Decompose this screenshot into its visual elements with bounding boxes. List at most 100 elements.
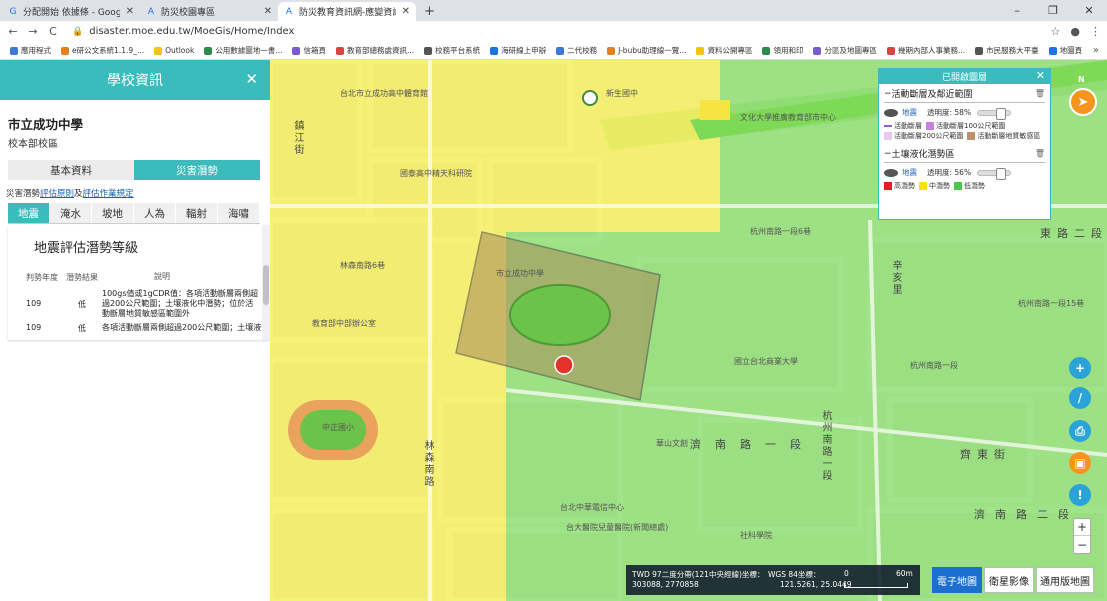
legend: 高潛勢 中潛勢 低潛勢 bbox=[884, 181, 1045, 191]
map-label-huaren: 國泰高中精天科研院 bbox=[400, 169, 472, 178]
bookmark-item[interactable]: 教育部總務處資訊... bbox=[335, 45, 414, 56]
bookmark-icon bbox=[1048, 46, 1057, 55]
bookmark-item[interactable]: 公用數據圖地一書... bbox=[204, 45, 282, 56]
info-icon[interactable]: ! bbox=[1069, 484, 1091, 506]
tab-disaster-potential[interactable]: 災害潛勢 bbox=[134, 160, 260, 180]
close-icon[interactable]: ✕ bbox=[1036, 69, 1045, 82]
bookmark-icon bbox=[424, 46, 433, 55]
bookmark-item[interactable]: 海研線上申辦 bbox=[490, 45, 546, 56]
tab-close-icon[interactable]: ✕ bbox=[264, 6, 272, 17]
star-icon[interactable]: ☆ bbox=[1051, 25, 1061, 38]
map-label-jiaoyubu: 教育部中部辦公室 bbox=[312, 319, 376, 328]
bookmarks-bar: 應用程式 e研公文系統1.1.9_... Outlook 公用數據圖地一書... 信箱頁… bbox=[0, 42, 1107, 60]
browser-tab-bar: G 分配開始 依據條 - Google 搜尋 ✕ A 防災校園專區 ✕ A 防災… bbox=[0, 0, 1107, 21]
url-field[interactable]: disaster.moe.edu.tw/MoeGis/Home/Index bbox=[89, 26, 294, 37]
scale-bar bbox=[844, 583, 908, 588]
bookmark-item[interactable]: 資料公開專區 bbox=[696, 45, 752, 56]
more-bookmarks-icon[interactable]: » bbox=[1093, 45, 1099, 56]
earthquake-box: 地震評估潛勢等級 判勢年度 潛勢結果 說明 109 低 100gs值或1gCDR… bbox=[8, 225, 270, 340]
basemap-satellite-button[interactable]: 衛星影像 bbox=[984, 567, 1034, 593]
close-window-icon[interactable]: ✕ bbox=[1071, 0, 1107, 21]
bookmark-item[interactable]: 市民服務大平臺 bbox=[975, 45, 1039, 56]
bookmark-label: 市民服務大平臺 bbox=[986, 46, 1039, 55]
bookmark-label: 地圖頁 bbox=[1059, 46, 1083, 55]
minus-icon[interactable]: − bbox=[884, 89, 892, 99]
scale-start: 0 bbox=[844, 569, 849, 578]
zoom-in-button[interactable]: + bbox=[1074, 519, 1090, 536]
forward-icon[interactable]: → bbox=[26, 25, 40, 38]
print-icon[interactable]: ⎙ bbox=[1069, 420, 1091, 442]
minus-icon[interactable]: − bbox=[884, 149, 892, 159]
map-label-hangzhou-v: 杭州南路一段 bbox=[820, 410, 831, 482]
opacity-slider[interactable] bbox=[977, 167, 1012, 180]
bookmark-item[interactable]: 幾期內部人事業務... bbox=[886, 45, 965, 56]
plus-circle-icon[interactable]: + bbox=[1069, 357, 1091, 379]
minimize-icon[interactable]: – bbox=[999, 0, 1035, 21]
bookmark-label: 分區及地圖專區 bbox=[824, 46, 877, 55]
map-label-xinyi: 辛亥里 bbox=[890, 260, 901, 296]
lock-icon[interactable]: 🔒 bbox=[72, 27, 83, 37]
legend-item: 活動斷層 bbox=[884, 121, 922, 131]
map-label-shezi: 社科學院 bbox=[740, 531, 772, 540]
panel-header: 學校資訊 ✕ bbox=[0, 60, 270, 100]
eye-icon[interactable] bbox=[884, 108, 898, 117]
map-area[interactable]: 新生國中 台北市立成功高中體育館 文化大學推廣教育部市中心 國泰高中精天科研院 … bbox=[270, 60, 1107, 601]
measure-icon[interactable]: / bbox=[1069, 387, 1091, 409]
compass-icon[interactable]: ➤ bbox=[1069, 88, 1097, 116]
profile-icon[interactable]: ● bbox=[1070, 25, 1080, 38]
swatch bbox=[884, 182, 892, 190]
window-controls: – ❐ ✕ bbox=[999, 0, 1107, 21]
maximize-icon[interactable]: ❐ bbox=[1035, 0, 1071, 21]
criteria-link-rules[interactable]: 評估作業規定 bbox=[83, 189, 134, 199]
bookmark-item[interactable]: 地圖頁 bbox=[1048, 45, 1083, 56]
browser-tab-google[interactable]: G 分配開始 依據條 - Google 搜尋 ✕ bbox=[2, 2, 140, 21]
bookmark-icon bbox=[762, 46, 771, 55]
tab-earthquake[interactable]: 地震 bbox=[8, 203, 50, 223]
zoom-out-button[interactable]: − bbox=[1074, 536, 1090, 553]
opacity-slider[interactable] bbox=[977, 107, 1012, 120]
bookmark-icon bbox=[292, 46, 301, 55]
map-label-road-east: 東路二段 bbox=[1040, 227, 1107, 240]
tab-close-icon[interactable]: ✕ bbox=[126, 6, 134, 17]
bookmark-item[interactable]: Outlook bbox=[154, 46, 194, 55]
close-icon[interactable]: ✕ bbox=[245, 70, 258, 88]
browser-tab-gis[interactable]: A 防災教育資訊網-應變資訊系統 ✕ bbox=[278, 2, 416, 21]
panel-title: 學校資訊 bbox=[107, 73, 163, 89]
basemap-general-button[interactable]: 通用版地圖 bbox=[1036, 567, 1094, 593]
trash-icon[interactable]: 🗑 bbox=[1035, 89, 1045, 98]
bookmark-item[interactable]: 領用和印 bbox=[762, 45, 803, 56]
layer-title: − 活動斷層及鄰近範圍 🗑 bbox=[884, 87, 1045, 103]
row-year: 109 bbox=[26, 299, 42, 308]
new-tab-icon[interactable]: + bbox=[424, 2, 435, 21]
tab-flood[interactable]: 淹水 bbox=[50, 203, 92, 223]
scroll-thumb[interactable] bbox=[263, 265, 269, 305]
swatch bbox=[884, 132, 892, 140]
bookmark-item[interactable]: e研公文系統1.1.9_... bbox=[61, 45, 144, 56]
bookmark-item[interactable]: 校務平台系統 bbox=[424, 45, 480, 56]
back-icon[interactable]: ← bbox=[6, 25, 20, 38]
eye-icon[interactable] bbox=[884, 168, 898, 177]
bookmark-item[interactable]: J-bubu助理線一覽... bbox=[607, 45, 686, 56]
basemap-electronic-button[interactable]: 電子地圖 bbox=[932, 567, 982, 593]
bookmark-item[interactable]: 二代校務 bbox=[556, 45, 597, 56]
reload-icon[interactable]: C bbox=[46, 25, 60, 38]
tab-radiation[interactable]: 輻射 bbox=[176, 203, 218, 223]
tab-slope[interactable]: 坡地 bbox=[92, 203, 134, 223]
tab-basic-info[interactable]: 基本資料 bbox=[8, 160, 134, 180]
browser-tab-campus[interactable]: A 防災校園專區 ✕ bbox=[140, 2, 278, 21]
menu-icon[interactable]: ⋮ bbox=[1090, 25, 1101, 38]
bookmark-item[interactable]: 應用程式 bbox=[10, 45, 51, 56]
tab-human[interactable]: 人為 bbox=[134, 203, 176, 223]
tab-tsunami[interactable]: 海嘯 bbox=[218, 203, 260, 223]
bookmark-item[interactable]: 分區及地圖專區 bbox=[813, 45, 877, 56]
bookmark-icon bbox=[154, 46, 163, 55]
bookmark-item[interactable]: 信箱頁 bbox=[292, 45, 326, 56]
tab-close-icon[interactable]: ✕ bbox=[402, 6, 410, 17]
image-icon[interactable]: ▣ bbox=[1069, 452, 1091, 474]
wgs-value: 121.5261, 25.0449 bbox=[780, 580, 852, 589]
criteria-link-principle[interactable]: 評估原則 bbox=[40, 189, 74, 199]
map-label-chenggong: 市立成功中學 bbox=[496, 269, 544, 278]
campus-name: 校本部校區 bbox=[8, 139, 58, 150]
trash-icon[interactable]: 🗑 bbox=[1035, 149, 1045, 158]
box-scrollbar[interactable] bbox=[262, 225, 270, 340]
